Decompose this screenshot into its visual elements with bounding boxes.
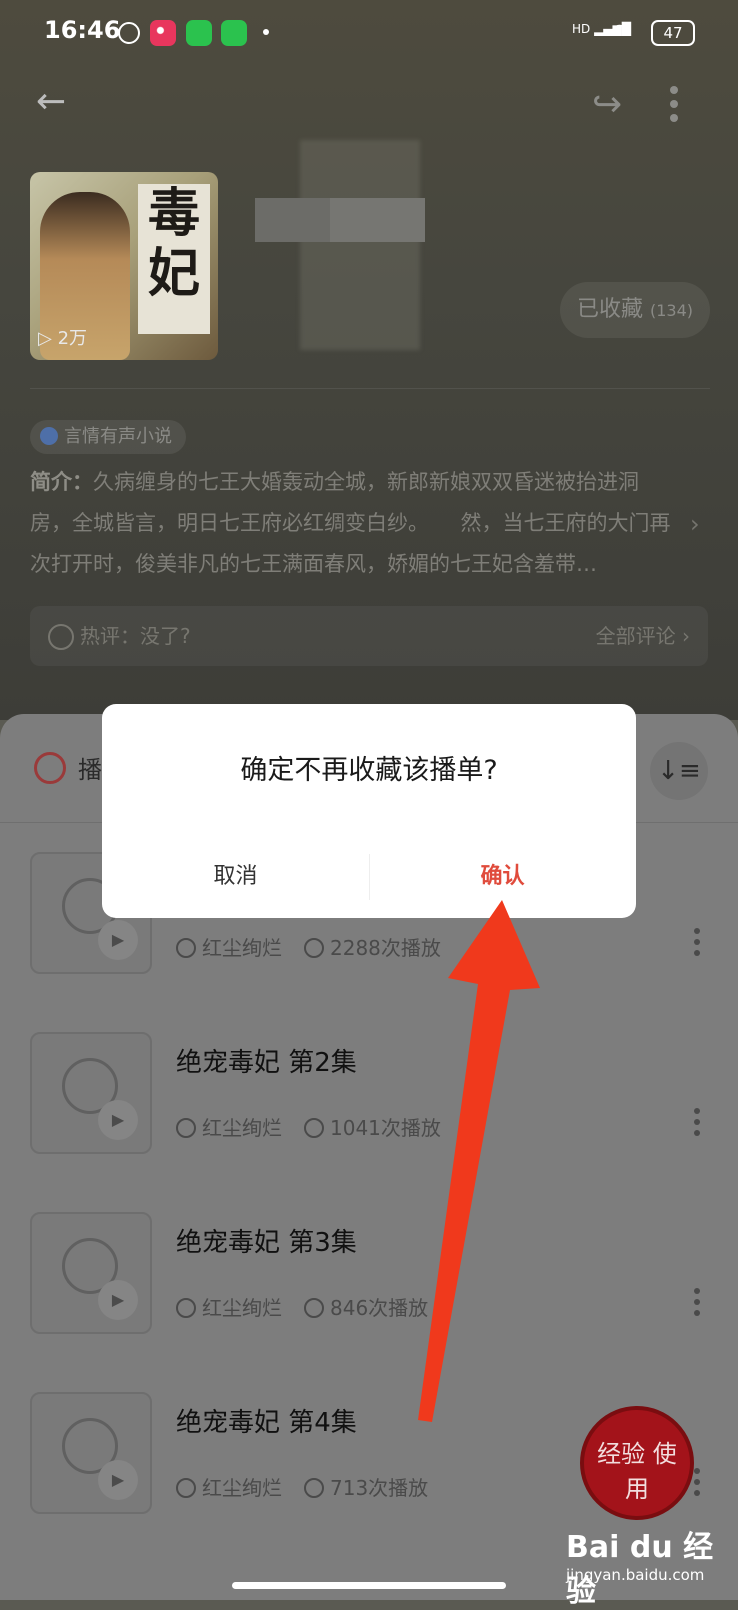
category-tag[interactable]: 言情有声小说 bbox=[30, 420, 186, 454]
episode-meta: 红尘绚烂 846次播放 bbox=[176, 1292, 428, 1321]
play-all-icon[interactable] bbox=[34, 752, 66, 784]
album-cover[interactable]: 毒妃 ▷ 2万 bbox=[30, 172, 218, 360]
sort-icon[interactable]: ↓≡ bbox=[650, 742, 708, 800]
favorite-count: (134) bbox=[649, 301, 694, 320]
wechat-icon bbox=[186, 20, 212, 46]
author-icon bbox=[176, 1118, 196, 1138]
episode-plays: 2288次播放 bbox=[330, 936, 441, 960]
intro-text: 久病缠身的七王大婚轰动全城，新郎新娘双双昏迷被抬进洞房，全城皆言，明日七王府必红… bbox=[30, 470, 671, 576]
play-icon: ▶ bbox=[98, 1100, 138, 1140]
episode-author: 红尘绚烂 bbox=[202, 1476, 282, 1500]
episode-plays: 846次播放 bbox=[330, 1296, 429, 1320]
episode-author: 红尘绚烂 bbox=[202, 936, 282, 960]
wechat-icon-2 bbox=[221, 20, 247, 46]
list-item[interactable]: ▶ 绝宠毒妃 第2集 红尘绚烂 1041次播放 bbox=[0, 1032, 738, 1192]
intro-label: 简介： bbox=[30, 470, 93, 494]
episode-title: 绝宠毒妃 第2集 bbox=[176, 1048, 357, 1078]
list-item[interactable]: ▶ 绝宠毒妃 第3集 红尘绚烂 846次播放 bbox=[0, 1212, 738, 1372]
author-icon bbox=[176, 1478, 196, 1498]
cover-title-art: 毒妃 bbox=[138, 184, 210, 334]
back-arrow-icon[interactable]: ← bbox=[36, 84, 72, 120]
episode-thumbnail: ▶ bbox=[30, 1392, 152, 1514]
author-icon bbox=[176, 938, 196, 958]
play-count-icon bbox=[304, 1298, 324, 1318]
episode-plays: 1041次播放 bbox=[330, 1116, 441, 1140]
episode-meta: 红尘绚烂 713次播放 bbox=[176, 1472, 428, 1501]
play-count-icon bbox=[304, 1478, 324, 1498]
episode-thumbnail: ▶ bbox=[30, 1032, 152, 1154]
category-label: 言情有声小说 bbox=[64, 426, 172, 447]
dialog-title: 确定不再收藏该播单? bbox=[240, 755, 498, 786]
baidu-watermark-url: jingyan.baidu.com bbox=[566, 1566, 705, 1584]
share-icon[interactable]: ↪ bbox=[592, 84, 622, 125]
blurred-title-area bbox=[300, 140, 420, 350]
more-options-icon[interactable] bbox=[670, 86, 680, 128]
unfavorite-confirm-dialog: 确定不再收藏该播单? 取消 确认 bbox=[102, 704, 636, 918]
episode-thumbnail: ▶ bbox=[30, 1212, 152, 1334]
more-notifications-dot bbox=[263, 29, 269, 35]
app-notification-icon bbox=[150, 20, 176, 46]
favorited-button[interactable]: 已收藏 (134) bbox=[560, 282, 710, 338]
author-icon bbox=[176, 1298, 196, 1318]
play-icon: ▶ bbox=[98, 1280, 138, 1320]
episode-more-icon[interactable] bbox=[694, 1468, 702, 1501]
alarm-icon bbox=[118, 22, 140, 44]
favorited-label: 已收藏 bbox=[576, 297, 643, 322]
episode-plays: 713次播放 bbox=[330, 1476, 429, 1500]
episode-more-icon[interactable] bbox=[694, 928, 702, 961]
battery-icon: 47 bbox=[651, 20, 695, 46]
status-bar: 16:46 HD ▂▄▆█ ◠ 47 bbox=[0, 0, 738, 64]
episode-title: 绝宠毒妃 第3集 bbox=[176, 1228, 357, 1258]
comment-icon bbox=[48, 624, 74, 650]
blurred-title-part bbox=[330, 198, 425, 242]
home-indicator[interactable] bbox=[232, 1582, 506, 1589]
play-count-icon bbox=[304, 1118, 324, 1138]
play-count-icon bbox=[304, 938, 324, 958]
cover-play-count: ▷ 2万 bbox=[38, 328, 88, 349]
hot-review-bar[interactable]: 热评：没了? 全部评论 › bbox=[30, 606, 708, 666]
episode-author: 红尘绚烂 bbox=[202, 1116, 282, 1140]
category-icon bbox=[40, 427, 58, 445]
album-intro[interactable]: 简介：久病缠身的七王大婚轰动全城，新郎新娘双双昏迷被抬进洞房，全城皆言，明日七王… bbox=[30, 462, 680, 585]
divider bbox=[30, 388, 710, 389]
episode-more-icon[interactable] bbox=[694, 1108, 702, 1141]
episode-meta: 红尘绚烂 2288次播放 bbox=[176, 932, 441, 961]
episode-meta: 红尘绚烂 1041次播放 bbox=[176, 1112, 441, 1141]
cancel-button[interactable]: 取消 bbox=[102, 844, 369, 910]
hot-review-text: 热评：没了? bbox=[80, 624, 191, 648]
wifi-icon: ◠ bbox=[610, 20, 630, 45]
play-icon: ▶ bbox=[98, 1460, 138, 1500]
status-time: 16:46 bbox=[44, 16, 121, 44]
play-icon: ▶ bbox=[98, 920, 138, 960]
all-reviews-link[interactable]: 全部评论 › bbox=[596, 606, 690, 666]
episode-title: 绝宠毒妃 第4集 bbox=[176, 1408, 357, 1438]
watermark-stamp: 经验 使用 bbox=[580, 1406, 694, 1520]
play-all-label[interactable]: 播 bbox=[78, 750, 102, 785]
stamp-text: 经验 使用 bbox=[597, 1440, 677, 1503]
episode-author: 红尘绚烂 bbox=[202, 1296, 282, 1320]
chevron-right-icon[interactable]: › bbox=[690, 510, 700, 538]
confirm-button[interactable]: 确认 bbox=[369, 844, 636, 910]
episode-more-icon[interactable] bbox=[694, 1288, 702, 1321]
